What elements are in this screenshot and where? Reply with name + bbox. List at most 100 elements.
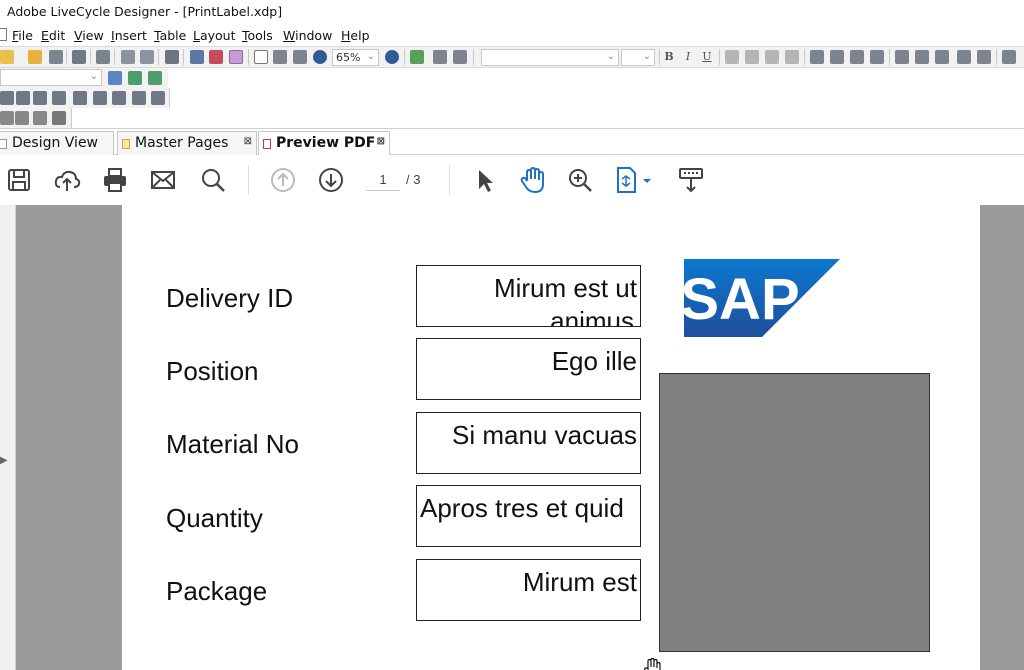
snap-grid-icon[interactable] (209, 50, 223, 64)
expand-icon[interactable]: ▶ (0, 455, 8, 466)
zoom-in-icon[interactable] (385, 50, 399, 64)
document-icon (0, 28, 7, 41)
distribute3-icon[interactable] (935, 50, 949, 64)
import-icon[interactable] (128, 71, 142, 85)
layout-b-icon[interactable] (16, 91, 30, 105)
export-icon[interactable] (148, 71, 162, 85)
save-icon[interactable] (4, 165, 34, 195)
design-page-icon (0, 139, 7, 149)
align-right-icon[interactable] (765, 50, 779, 64)
select-cursor-icon[interactable] (470, 165, 500, 195)
zoom-out-icon[interactable] (313, 50, 327, 64)
italic-button[interactable]: I (681, 50, 695, 64)
obj-align-top-icon[interactable] (870, 50, 884, 64)
grid-icon[interactable] (190, 50, 204, 64)
menu-file[interactable]: File (12, 28, 33, 43)
zoom-in-icon[interactable] (565, 165, 595, 195)
menu-view[interactable]: View (74, 28, 104, 43)
image2-icon[interactable] (453, 50, 467, 64)
find-icon[interactable] (165, 50, 179, 64)
previous-page-icon[interactable] (268, 165, 298, 195)
field-position[interactable]: Ego ille (416, 338, 641, 400)
menu-window[interactable]: Window (283, 28, 332, 43)
spell-icon[interactable] (410, 50, 424, 64)
shape-tool-icon[interactable] (52, 111, 66, 125)
obj-align-center-icon[interactable] (830, 50, 844, 64)
save-icon[interactable] (49, 50, 63, 64)
email-icon[interactable] (148, 165, 178, 195)
center-icon[interactable] (957, 50, 971, 64)
layout-f-icon[interactable] (93, 91, 107, 105)
upload-cloud-icon[interactable] (52, 165, 82, 195)
field-icon[interactable] (229, 50, 243, 64)
layout-a-icon[interactable] (0, 91, 14, 105)
layout2-icon[interactable] (293, 50, 307, 64)
underline-button[interactable]: U (700, 50, 714, 64)
style-select[interactable]: ⌄ (0, 69, 102, 86)
font-size-select[interactable]: ⌄ (621, 49, 655, 66)
hand-tool-icon[interactable] (15, 111, 29, 125)
close-icon[interactable]: ⊠ (244, 136, 252, 147)
undo-icon[interactable] (121, 50, 135, 64)
download-tray-icon[interactable] (676, 165, 706, 195)
align-left-icon[interactable] (725, 50, 739, 64)
pdf-page: Delivery ID Mirum est ut animus Position… (122, 205, 980, 670)
layout-d-icon[interactable] (52, 91, 66, 105)
cut-icon[interactable] (96, 50, 110, 64)
layout-h-icon[interactable] (132, 91, 146, 105)
align-center-icon[interactable] (745, 50, 759, 64)
main-toolbar: 65% ⌄ ⌄ ⌄ B I U (0, 46, 1024, 68)
distribute2-icon[interactable] (915, 50, 929, 64)
distribute-icon[interactable] (895, 50, 909, 64)
side-panel-toggle[interactable]: ▶ (0, 205, 16, 670)
page-number-input[interactable]: 1 (366, 169, 400, 191)
search-icon[interactable] (198, 165, 228, 195)
tab-design-view[interactable]: Design View (0, 131, 114, 155)
field-value-position: Ego ille (551, 346, 637, 376)
image-icon[interactable] (433, 50, 447, 64)
group-icon[interactable] (1002, 50, 1016, 64)
redo-icon[interactable] (140, 50, 154, 64)
font-select[interactable]: ⌄ (481, 49, 619, 66)
open-icon[interactable] (28, 50, 42, 64)
obj-align-right-icon[interactable] (850, 50, 864, 64)
pdf-viewer: ▶ Delivery ID Mirum est ut animus Positi… (0, 205, 1024, 670)
field-material-no[interactable]: Si manu vacuas (416, 412, 641, 474)
page-fit-dropdown[interactable] (612, 165, 656, 195)
layout-e-icon[interactable] (73, 91, 87, 105)
page-icon[interactable] (254, 50, 268, 64)
print-icon[interactable] (100, 165, 130, 195)
field-package[interactable]: Mirum est (416, 559, 641, 621)
hand-tool-icon[interactable] (517, 165, 547, 195)
menu-table[interactable]: Table (154, 28, 186, 43)
menu-edit[interactable]: Edit (41, 28, 65, 43)
field-value-material-no: Si manu vacuas (452, 420, 637, 450)
justify-icon[interactable] (785, 50, 799, 64)
zoom-select[interactable]: 65% ⌄ (332, 49, 379, 66)
close-icon[interactable]: ⊠ (377, 136, 385, 147)
layout-i-icon[interactable] (151, 91, 165, 105)
layout-icon[interactable] (273, 50, 287, 64)
select-tool-icon[interactable] (0, 111, 14, 125)
field-value-package: Mirum est (522, 567, 637, 597)
menu-tools[interactable]: Tools (242, 28, 273, 43)
new-icon[interactable] (0, 50, 14, 64)
script-icon[interactable] (108, 71, 122, 85)
menu-layout[interactable]: Layout (193, 28, 236, 43)
menu-insert[interactable]: Insert (111, 28, 147, 43)
tab-master-pages[interactable]: Master Pages ⊠ (117, 131, 257, 155)
layout-g-icon[interactable] (112, 91, 126, 105)
field-quantity[interactable]: Apros tres et quid (416, 485, 641, 547)
bold-button[interactable]: B (662, 50, 676, 64)
field-delivery-id[interactable]: Mirum est ut animus (416, 265, 641, 327)
tab-preview-pdf[interactable]: Preview PDF ⊠ (258, 131, 390, 155)
obj-align-left-icon[interactable] (810, 50, 824, 64)
center2-icon[interactable] (977, 50, 991, 64)
image-placeholder (659, 373, 930, 652)
zoom-tool-icon[interactable] (33, 111, 47, 125)
print-icon[interactable] (72, 50, 86, 64)
layout-c-icon[interactable] (33, 91, 47, 105)
next-page-icon[interactable] (316, 165, 346, 195)
page-total: / 3 (406, 172, 421, 187)
menu-help[interactable]: Help (341, 28, 370, 43)
